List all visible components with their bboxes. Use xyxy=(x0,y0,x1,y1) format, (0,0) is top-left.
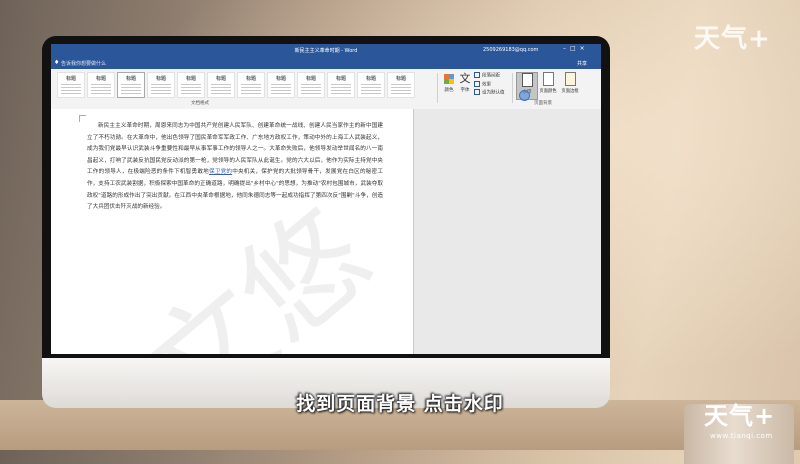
style-thumb[interactable]: 标题 xyxy=(357,72,385,98)
document-page[interactable]: 文悠 新民主主义革命时期，周恩来同志为中国共产党创建人民军队、创建革命统一战线、… xyxy=(51,109,414,354)
style-gallery: 标题 标题 标题 标题 标题 标题 标题 标题 标题 标题 标题 标题 xyxy=(57,72,435,100)
style-thumb[interactable]: 标题 xyxy=(237,72,265,98)
fonts-button[interactable]: 文 字体 xyxy=(456,73,474,95)
styles-group-label: 文档格式 xyxy=(191,101,209,106)
style-thumb[interactable]: 标题 xyxy=(387,72,415,98)
effects-icon xyxy=(474,80,480,87)
colors-icon xyxy=(444,74,454,84)
document-area: 文悠 新民主主义革命时期，周恩来同志为中国共产党创建人民军队、创建革命统一战线、… xyxy=(51,109,601,354)
watermark-icon xyxy=(521,73,533,87)
group-separator xyxy=(437,73,438,103)
mouse-cursor xyxy=(519,90,530,101)
page-background-group: 水印 页面颜色 页面边框 页面背景 xyxy=(514,71,584,106)
spacing-effects-group: 段落间距 效果 设为默认值 xyxy=(474,72,505,98)
style-thumb[interactable]: 标题 xyxy=(117,72,145,98)
effects-button[interactable]: 效果 xyxy=(474,80,505,90)
style-thumb[interactable]: 标题 xyxy=(207,72,235,98)
tell-me-input[interactable]: 告诉我你想要做什么 xyxy=(61,60,106,67)
share-button[interactable]: 共享 xyxy=(577,60,587,67)
page-borders-icon xyxy=(564,72,576,86)
checkmark-icon xyxy=(474,89,480,95)
page-color-button[interactable]: 页面颜色 xyxy=(538,72,558,98)
body-paragraph[interactable]: 新民主主义革命时期，周恩来同志为中国共产党创建人民军队、创建革命统一战线、创建人… xyxy=(87,121,383,214)
lightbulb-icon: ♦ xyxy=(54,59,60,66)
hyperlink-text[interactable]: 保卫党的 xyxy=(209,169,232,175)
style-thumb[interactable]: 标题 xyxy=(327,72,355,98)
paragraph-spacing-button[interactable]: 段落间距 xyxy=(474,72,505,81)
style-thumb[interactable]: 标题 xyxy=(57,72,85,98)
margin-mark xyxy=(79,115,86,122)
window-controls[interactable]: –□× xyxy=(563,45,589,52)
page-borders-button[interactable]: 页面边框 xyxy=(560,72,580,98)
tianqi-logo-bottom: 天气+ xyxy=(704,402,776,430)
group-separator xyxy=(512,73,513,103)
fonts-icon: 文 xyxy=(459,72,471,85)
word-window: 新民主主义革命时期 - Word 2509269183@qq.com –□× ♦… xyxy=(51,44,601,354)
page-color-icon xyxy=(542,72,554,86)
account-email[interactable]: 2509269183@qq.com xyxy=(483,47,538,53)
page-background-label: 页面背景 xyxy=(534,101,552,106)
subtitle-caption: 找到页面背景 点击水印 xyxy=(296,393,504,415)
tianqi-url: www.tianqi.com xyxy=(710,432,773,440)
maximize-icon[interactable]: □ xyxy=(570,45,580,52)
style-thumb[interactable]: 标题 xyxy=(267,72,295,98)
style-thumb[interactable]: 标题 xyxy=(297,72,325,98)
set-default-button[interactable]: 设为默认值 xyxy=(474,89,505,98)
minimize-icon[interactable]: – xyxy=(563,45,570,52)
style-thumb[interactable]: 标题 xyxy=(177,72,205,98)
title-bar: 新民主主义革命时期 - Word 2509269183@qq.com –□× xyxy=(51,44,601,57)
close-icon[interactable]: × xyxy=(580,45,589,52)
design-ribbon: 标题 标题 标题 标题 标题 标题 标题 标题 标题 标题 标题 标题 文档格式… xyxy=(51,69,601,110)
tell-me-bar: ♦ 告诉我你想要做什么 共享 xyxy=(51,57,601,69)
gray-canvas xyxy=(414,109,601,354)
paragraph-spacing-icon xyxy=(474,72,480,78)
tianqi-logo-top: 天气+ xyxy=(694,24,771,54)
style-thumb[interactable]: 标题 xyxy=(147,72,175,98)
style-thumb[interactable]: 标题 xyxy=(87,72,115,98)
